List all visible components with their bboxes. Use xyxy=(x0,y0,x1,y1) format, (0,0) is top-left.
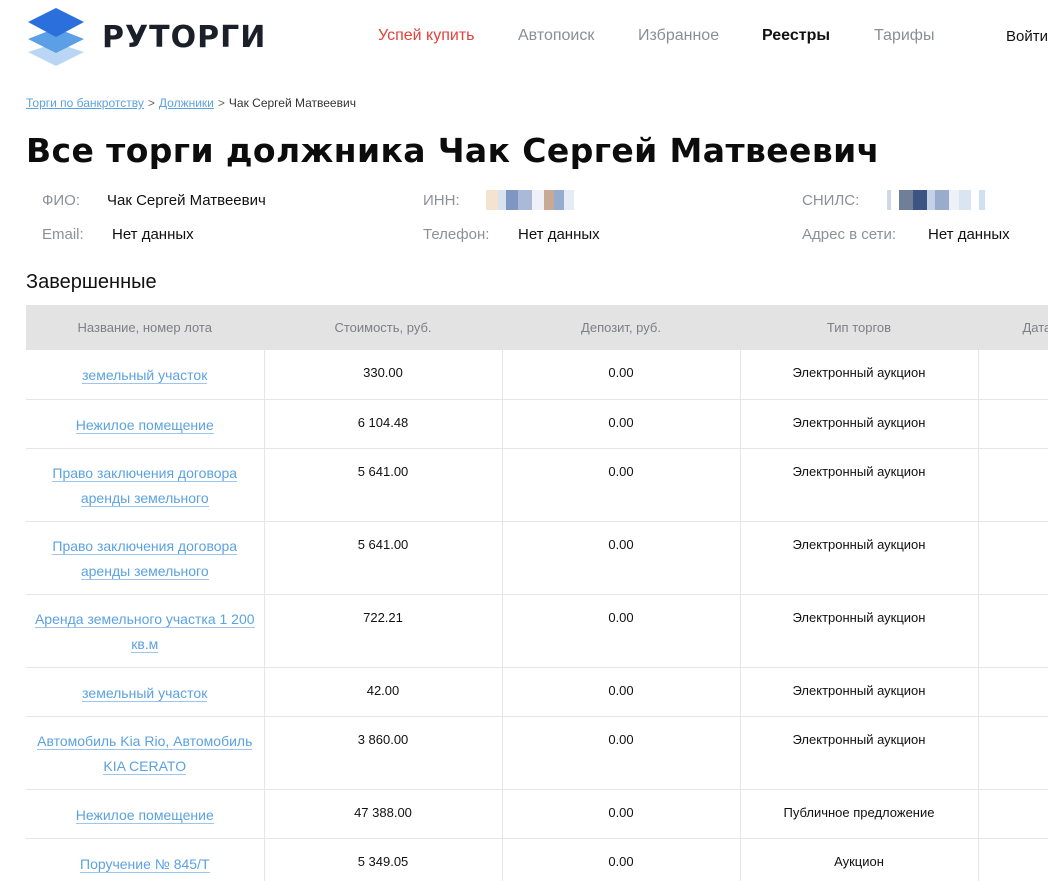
lot-deposit: 0.00 xyxy=(502,448,741,522)
section-completed-title: Завершенные xyxy=(26,271,157,293)
table-row: земельный участок 42.00 0.00 Электронный… xyxy=(26,667,1048,717)
email-label: Email: xyxy=(42,226,84,243)
lot-link[interactable]: Право заключения договора аренды земельн… xyxy=(52,537,238,580)
inn-masked-value xyxy=(486,190,574,210)
lot-date xyxy=(978,448,1048,522)
email-value: Нет данных xyxy=(112,226,194,243)
lot-type: Аукцион xyxy=(740,838,979,881)
table-row: Нежилое помещение 6 104.48 0.00 Электрон… xyxy=(26,399,1048,449)
lot-deposit: 0.00 xyxy=(502,521,741,595)
lot-cost: 47 388.00 xyxy=(264,789,503,839)
web-label: Адрес в сети: xyxy=(802,226,897,243)
breadcrumb-current: Чак Сергей Матвеевич xyxy=(228,96,356,110)
lot-date xyxy=(978,399,1048,449)
phone-label: Телефон: xyxy=(423,226,490,243)
fio-value: Чак Сергей Матвеевич xyxy=(107,192,266,209)
breadcrumb: Торги по банкротству > Должники > Чак Сергей… xyxy=(26,96,356,110)
lot-deposit: 0.00 xyxy=(502,350,741,400)
column-header-deposit: Депозит, руб. xyxy=(502,305,741,350)
lot-cost: 6 104.48 xyxy=(264,399,503,449)
lot-type: Электронный аукцион xyxy=(740,716,979,790)
breadcrumb-debtors[interactable]: Должники xyxy=(159,96,214,110)
lot-type: Публичное предложение xyxy=(740,789,979,839)
lot-cost: 330.00 xyxy=(264,350,503,400)
lot-date xyxy=(978,350,1048,400)
login-link[interactable]: Войти xyxy=(1006,28,1048,45)
lot-type: Электронный аукцион xyxy=(740,594,979,668)
lot-link[interactable]: Автомобиль Kia Rio, Автомобиль KIA CERAT… xyxy=(37,732,253,775)
nav-tariffs[interactable]: Тарифы xyxy=(874,27,934,45)
layers-logo-icon[interactable] xyxy=(26,6,86,68)
lot-cost: 3 860.00 xyxy=(264,716,503,790)
lot-deposit: 0.00 xyxy=(502,789,741,839)
lot-date xyxy=(978,667,1048,717)
phone-value: Нет данных xyxy=(518,226,600,243)
lot-type: Электронный аукцион xyxy=(740,448,979,522)
site-header: РУТОРГИ Успей купить Автопоиск Избранное… xyxy=(0,0,1048,72)
table-row: Автомобиль Kia Rio, Автомобиль KIA CERAT… xyxy=(26,716,1048,790)
completed-auctions-table: Название, номер лота Стоимость, руб. Деп… xyxy=(26,305,1048,881)
column-header-name: Название, номер лота xyxy=(26,305,265,350)
lot-date xyxy=(978,838,1048,881)
breadcrumb-bankruptcy[interactable]: Торги по банкротству xyxy=(26,96,144,110)
lot-link[interactable]: Поручение № 845/Т xyxy=(80,855,210,873)
lot-cost: 5 349.05 xyxy=(264,838,503,881)
lot-cost: 5 641.00 xyxy=(264,448,503,522)
nav-hurry-buy[interactable]: Успей купить xyxy=(378,27,474,45)
breadcrumb-separator: > xyxy=(147,96,155,110)
lot-date xyxy=(978,716,1048,790)
web-value: Нет данных xyxy=(928,226,1010,243)
snils-label: СНИЛС: xyxy=(802,192,860,209)
lot-cost: 42.00 xyxy=(264,667,503,717)
nav-favorites[interactable]: Избранное xyxy=(638,27,719,45)
page-title: Все торги должника Чак Сергей Матвеевич xyxy=(26,131,880,170)
lot-link[interactable]: земельный участок xyxy=(82,367,208,384)
snils-masked-value xyxy=(887,190,985,210)
column-header-date: Дата xyxy=(978,305,1048,350)
nav-registries[interactable]: Реестры xyxy=(762,27,830,45)
table-row: Поручение № 845/Т 5 349.05 0.00 Аукцион xyxy=(26,838,1048,881)
lot-link[interactable]: Нежилое помещение xyxy=(75,416,214,434)
table-row: Аренда земельного участка 1 200 кв.м 722… xyxy=(26,594,1048,668)
lot-type: Электронный аукцион xyxy=(740,667,979,717)
table-row: Право заключения договора аренды земельн… xyxy=(26,448,1048,522)
lot-deposit: 0.00 xyxy=(502,716,741,790)
lot-type: Электронный аукцион xyxy=(740,399,979,449)
column-header-type: Тип торгов xyxy=(740,305,979,350)
nav-autosearch[interactable]: Автопоиск xyxy=(518,27,594,45)
fio-label: ФИО: xyxy=(42,192,81,209)
lot-deposit: 0.00 xyxy=(502,594,741,668)
column-header-cost: Стоимость, руб. xyxy=(264,305,503,350)
lot-link[interactable]: Право заключения договора аренды земельн… xyxy=(52,464,238,507)
lot-cost: 5 641.00 xyxy=(264,521,503,595)
inn-label: ИНН: xyxy=(423,192,460,209)
table-row: Нежилое помещение 47 388.00 0.00 Публичн… xyxy=(26,789,1048,839)
brand-name[interactable]: РУТОРГИ xyxy=(102,20,266,55)
lot-date xyxy=(978,594,1048,668)
lot-deposit: 0.00 xyxy=(502,838,741,881)
lot-link[interactable]: Нежилое помещение xyxy=(75,806,214,824)
lot-cost: 722.21 xyxy=(264,594,503,668)
lot-link[interactable]: Аренда земельного участка 1 200 кв.м xyxy=(34,610,255,653)
lot-date xyxy=(978,521,1048,595)
table-row: Право заключения договора аренды земельн… xyxy=(26,521,1048,595)
lot-type: Электронный аукцион xyxy=(740,350,979,400)
lot-link[interactable]: земельный участок xyxy=(82,684,208,702)
lot-deposit: 0.00 xyxy=(502,667,741,717)
lot-type: Электронный аукцион xyxy=(740,521,979,595)
table-row: земельный участок 330.00 0.00 Электронны… xyxy=(26,350,1048,400)
lot-deposit: 0.00 xyxy=(502,399,741,449)
breadcrumb-separator: > xyxy=(217,96,225,110)
lot-date xyxy=(978,789,1048,839)
